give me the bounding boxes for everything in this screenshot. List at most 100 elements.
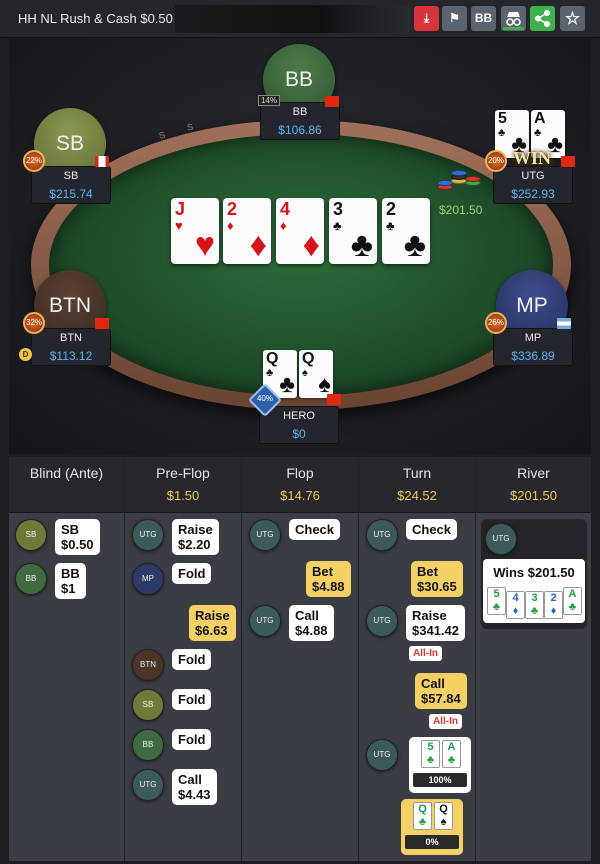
board-card: 2 ♦ ♦ bbox=[223, 198, 271, 264]
position-chip: MP bbox=[132, 563, 164, 595]
street-header[interactable]: River $201.50 bbox=[476, 457, 591, 513]
mini-card: 2 ♦ bbox=[544, 591, 563, 619]
player-stack: $252.93 bbox=[511, 187, 555, 201]
player-plate: UTG $252.93 bbox=[493, 166, 573, 204]
favorite-button[interactable]: ☆ bbox=[560, 6, 585, 31]
equity-bar: 0% bbox=[405, 835, 459, 849]
mini-card: Q ♠ bbox=[434, 802, 453, 830]
bb-label: BB bbox=[474, 11, 493, 25]
board-card: 4 ♦ ♦ bbox=[276, 198, 324, 264]
mini-card: A ♣ bbox=[563, 587, 582, 615]
street-name: Blind (Ante) bbox=[29, 465, 104, 481]
dealer-button-icon: D bbox=[19, 348, 32, 361]
mini-card: A ♣ bbox=[442, 740, 461, 768]
street-name: Turn bbox=[402, 465, 432, 481]
street-name: River bbox=[517, 465, 550, 481]
player-stack: $336.89 bbox=[511, 349, 555, 363]
position-chip: BB bbox=[132, 729, 164, 761]
street-header[interactable]: Blind (Ante) bbox=[9, 457, 124, 513]
vpip-badge: 14% bbox=[258, 95, 281, 106]
all-in-badge: All-In bbox=[409, 646, 442, 661]
player-name: SB bbox=[63, 170, 79, 182]
hong-kong-flag-icon bbox=[95, 318, 109, 329]
board-card: 3 ♣ ♣ bbox=[329, 198, 377, 264]
action-bubble: Fold bbox=[172, 729, 212, 750]
street-column-flop: Flop $14.76 UTG Check Bet $4.88 UTG Call $… bbox=[242, 457, 359, 861]
board-card: J ♥ ♥ bbox=[171, 198, 219, 264]
china-flag-icon bbox=[325, 96, 339, 107]
big-blind-toggle-button[interactable]: BB bbox=[471, 6, 496, 31]
street-column-blind: Blind (Ante) SB SB $0.50 BB BB $1 bbox=[9, 457, 125, 861]
top-bar: HH NL Rush & Cash $0.50 / $1 - ⤓ ⚑ BB ☆ bbox=[0, 0, 600, 38]
incognito-button[interactable] bbox=[501, 6, 526, 31]
action-bubble: SB $0.50 bbox=[55, 519, 100, 555]
winning-hand-box: Wins $201.50 5 ♣ 4 ♦ 3 ♣ 2 ♦ A ♣ bbox=[483, 559, 585, 623]
seat-bb[interactable]: BB BB $106.86 14% bbox=[258, 44, 342, 140]
action-bubble: Raise $2.20 bbox=[172, 519, 219, 555]
share-icon bbox=[535, 10, 550, 27]
street-name: Flop bbox=[286, 465, 314, 481]
argentina-flag-icon bbox=[557, 318, 571, 329]
vpip-badge: 26% bbox=[485, 312, 507, 334]
street-pot: $201.50 bbox=[510, 488, 557, 503]
player-stack: $215.74 bbox=[49, 187, 93, 201]
hero-action-bubble: Call $57.84 bbox=[415, 673, 467, 709]
street-column-turn: Turn $24.52 UTG Check Bet $30.65 UTG Rais… bbox=[359, 457, 476, 861]
hero-action-bubble: Bet $30.65 bbox=[411, 561, 463, 597]
canada-flag-icon bbox=[95, 156, 109, 167]
mini-card: 4 ♦ bbox=[506, 591, 525, 619]
player-plate: HERO $0 bbox=[259, 406, 339, 444]
win-text: Wins $201.50 bbox=[493, 565, 575, 580]
seat-mp[interactable]: MP MP $336.89 26% bbox=[485, 270, 575, 366]
street-header[interactable]: Flop $14.76 bbox=[242, 457, 358, 513]
street-column-preflop: Pre-Flop $1.50 UTG Raise $2.20 MP Fold Ra… bbox=[125, 457, 242, 861]
position-chip: SB bbox=[132, 689, 164, 721]
seat-sb[interactable]: SB SB $215.74 22% bbox=[23, 108, 113, 204]
player-plate: MP $336.89 bbox=[493, 328, 573, 366]
street-name: Pre-Flop bbox=[156, 465, 210, 481]
all-in-badge: All-In bbox=[429, 714, 462, 729]
player-name: BTN bbox=[60, 332, 82, 344]
equity-bar: 100% bbox=[413, 773, 467, 787]
street-header[interactable]: Turn $24.52 bbox=[359, 457, 475, 513]
mini-card: Q ♣ bbox=[413, 802, 432, 830]
showdown-hand: 5 ♣ A ♣ 100% bbox=[409, 737, 471, 793]
hole-card: Q ♠ ♠ bbox=[299, 350, 333, 398]
position-chip: UTG bbox=[249, 605, 281, 637]
share-button[interactable] bbox=[530, 6, 555, 31]
hero-action-bubble: Raise $6.63 bbox=[189, 605, 236, 641]
vpip-badge: 32% bbox=[23, 312, 45, 334]
player-stack: $113.12 bbox=[49, 349, 93, 363]
position-chip: BTN bbox=[132, 649, 164, 681]
position-chip: UTG bbox=[366, 519, 398, 551]
action-bubble: BB $1 bbox=[55, 563, 86, 599]
mini-card: 3 ♣ bbox=[525, 591, 544, 619]
redacted-area bbox=[175, 5, 410, 33]
seat-utg[interactable]: 5 ♣ ♣ A ♣ ♣ WIN UTG $252.93 20% bbox=[485, 108, 575, 204]
flag-button[interactable]: ⚑ bbox=[442, 6, 467, 31]
action-bubble: Fold bbox=[172, 649, 212, 670]
pot-chips bbox=[437, 170, 487, 204]
action-history: Blind (Ante) SB SB $0.50 BB BB $1 Pre-Flop… bbox=[9, 457, 591, 861]
player-plate: SB $215.74 bbox=[31, 166, 111, 204]
street-column-river: River $201.50 UTG Wins $201.50 5 ♣ 4 ♦ 3 ♣ … bbox=[476, 457, 591, 861]
hand-title: HH NL Rush & Cash $0.50 / $1 - bbox=[18, 11, 180, 26]
vpip-badge: 40% bbox=[256, 394, 273, 403]
position-chip: UTG bbox=[132, 519, 164, 551]
player-name: HERO bbox=[283, 410, 315, 422]
incognito-icon bbox=[503, 12, 524, 30]
position-chip: UTG bbox=[249, 519, 281, 551]
vpip-badge: 20% bbox=[485, 150, 507, 172]
download-button[interactable]: ⤓ bbox=[414, 6, 439, 31]
download-icon: ⤓ bbox=[423, 11, 430, 25]
hong-kong-flag-icon bbox=[561, 156, 575, 167]
street-header[interactable]: Pre-Flop $1.50 bbox=[125, 457, 241, 513]
seat-hero[interactable]: Q ♣ ♣ Q ♠ ♠ HERO $0 40% bbox=[248, 348, 341, 444]
action-bubble: Raise $341.42 bbox=[406, 605, 465, 641]
street-pot: $1.50 bbox=[166, 488, 200, 503]
action-bubble: Fold bbox=[172, 563, 212, 584]
seat-btn[interactable]: BTN BTN $113.12 32% D bbox=[19, 270, 113, 366]
player-stack: $106.86 bbox=[278, 123, 322, 137]
player-plate: BB $106.86 bbox=[260, 102, 340, 140]
position-chip: UTG bbox=[132, 769, 164, 801]
